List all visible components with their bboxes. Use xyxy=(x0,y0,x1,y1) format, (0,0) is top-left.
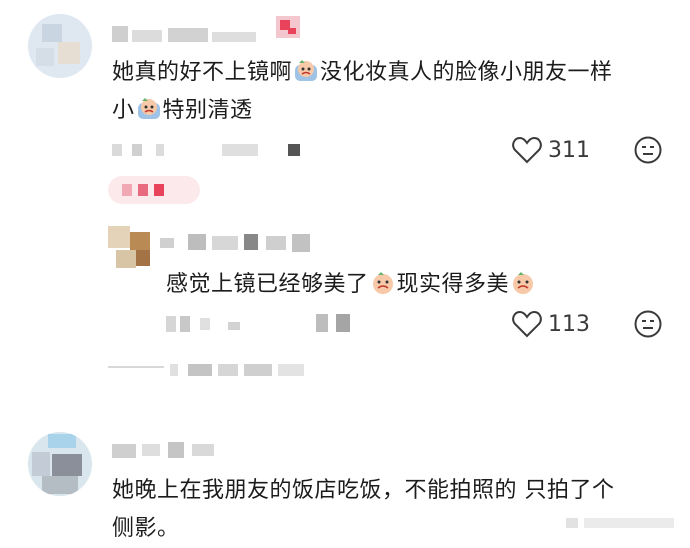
comment-text: 她晚上在我朋友的饭店吃饭，不能拍照的 只拍了个 侧影。 xyxy=(112,478,615,541)
watermark-blurred xyxy=(566,516,678,530)
avatar[interactable] xyxy=(28,14,92,78)
reply-like-count: 113 xyxy=(548,311,590,337)
crying-face-emoji xyxy=(513,272,534,294)
like-count: 311 xyxy=(548,137,590,163)
like-button[interactable]: 311 xyxy=(512,136,590,164)
reply-like-button[interactable]: 113 xyxy=(512,310,590,338)
badge-icon xyxy=(276,16,300,38)
crying-face-emoji xyxy=(137,98,160,119)
dislike-face-icon[interactable] xyxy=(634,310,662,338)
avatar[interactable] xyxy=(28,432,92,496)
crying-face-emoji xyxy=(372,272,393,294)
heart-outline-icon xyxy=(512,136,542,164)
username-blurred[interactable] xyxy=(112,440,232,460)
expand-replies-blurred[interactable] xyxy=(108,362,308,378)
crying-face-emoji xyxy=(295,60,318,81)
username-blurred[interactable] xyxy=(112,24,262,46)
reply-text: 感觉上镜已经够美了 现实得多美 xyxy=(166,266,626,304)
dislike-face-icon[interactable] xyxy=(634,136,662,164)
reply-avatar[interactable] xyxy=(108,226,154,270)
comment-text: 她真的好不上镜啊 没化妆真人的脸像小朋友一样 小特别清透 xyxy=(112,60,613,123)
reply-tag-blurred[interactable] xyxy=(108,176,200,204)
reply-username-blurred[interactable] xyxy=(160,232,320,252)
comment-meta-blurred xyxy=(112,142,312,158)
reply-meta-blurred xyxy=(166,312,366,334)
heart-outline-icon xyxy=(512,310,542,338)
